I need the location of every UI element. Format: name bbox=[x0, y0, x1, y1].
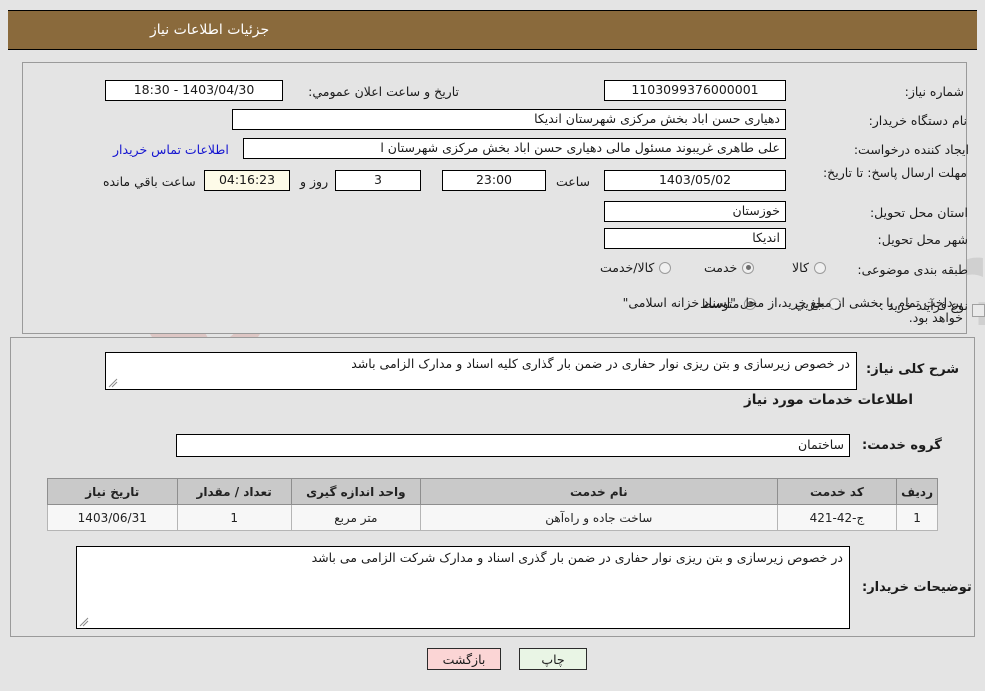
announce-datetime-label: تاریخ و ساعت اعلان عمومي: bbox=[308, 84, 459, 99]
countdown-field: 04:16:23 bbox=[204, 170, 290, 191]
cell-need-date: 1403/06/31 bbox=[47, 504, 178, 531]
radio-icon-kala-khedmat[interactable] bbox=[659, 261, 672, 274]
back-button[interactable]: بازگشت bbox=[427, 648, 501, 670]
checkbox-icon-treasury[interactable] bbox=[972, 303, 985, 317]
need-number-label: شماره نیاز: bbox=[904, 84, 964, 99]
table-header-row: ردیف کد خدمت نام خدمت واحد اندازه گیری ت… bbox=[47, 478, 938, 505]
radio-icon-kala[interactable] bbox=[813, 261, 826, 274]
need-info-panel bbox=[22, 62, 967, 334]
radio-category-kala-khedmat[interactable]: کالا/خدمت bbox=[600, 260, 672, 275]
need-number-field[interactable]: 1103099376000001 bbox=[604, 80, 786, 101]
deadline-label: مهلت ارسال پاسخ: تا تاریخ: bbox=[822, 165, 967, 180]
buyer-notes-textarea[interactable]: در خصوص زیرسازی و بتن ریزی نوار حفاری در… bbox=[76, 546, 850, 629]
col-radif: ردیف bbox=[896, 478, 938, 505]
resize-grip-icon[interactable] bbox=[108, 378, 118, 388]
col-quantity: تعداد / مقدار bbox=[176, 478, 292, 505]
hour-label: ساعت bbox=[556, 174, 591, 189]
deadline-hour-field[interactable]: 23:00 bbox=[442, 170, 546, 191]
cell-quantity: 1 bbox=[176, 504, 292, 531]
cell-unit: متر مربع bbox=[290, 504, 421, 531]
buyer-org-label: نام دستگاه خریدار: bbox=[868, 113, 967, 128]
col-code: کد خدمت bbox=[776, 478, 898, 505]
general-desc-value: در خصوص زیرسازی و بتن ریزی نوار حفاری در… bbox=[351, 356, 850, 371]
cell-name: ساخت جاده و راه‌آهن bbox=[419, 504, 778, 531]
buyer-notes-label: توضیحات خریدار: bbox=[862, 580, 972, 595]
page-title: جزئیات اطلاعات نیاز bbox=[150, 22, 270, 38]
radio-label-khedmat: خدمت bbox=[704, 260, 738, 275]
city-label: شهر محل تحویل: bbox=[877, 232, 968, 247]
col-need-date: تاریخ نیاز bbox=[47, 478, 178, 505]
radio-label-kala-khedmat: کالا/خدمت bbox=[600, 260, 655, 275]
page-root: AriaTender.net جزئیات اطلاعات نیاز شماره… bbox=[0, 0, 985, 691]
table-row: 1 ج-42-421 ساخت جاده و راه‌آهن متر مربع … bbox=[47, 504, 938, 531]
service-group-field[interactable]: ساختمان bbox=[176, 434, 850, 457]
general-desc-textarea[interactable]: در خصوص زیرسازی و بتن ریزی نوار حفاری در… bbox=[105, 352, 857, 390]
buyer-org-field[interactable]: دهیاری حسن اباد بخش مرکزی شهرستان اندیکا bbox=[232, 109, 786, 130]
window-titlebar: جزئیات اطلاعات نیاز bbox=[8, 10, 977, 50]
radio-label-kala: کالا bbox=[792, 260, 809, 275]
general-desc-label: شرح کلی نیاز: bbox=[866, 362, 960, 377]
countdown-label: ساعت باقي مانده bbox=[103, 174, 196, 189]
print-button[interactable]: چاپ bbox=[519, 648, 587, 670]
buyer-notes-value: در خصوص زیرسازی و بتن ریزی نوار حفاری در… bbox=[311, 550, 843, 565]
cell-code: ج-42-421 bbox=[776, 504, 898, 531]
requester-label: ایجاد کننده درخواست: bbox=[853, 142, 969, 157]
city-field[interactable]: اندیکا bbox=[604, 228, 786, 249]
province-field[interactable]: خوزستان bbox=[604, 201, 786, 222]
cell-radif: 1 bbox=[896, 504, 938, 531]
remaining-days-field[interactable]: 3 bbox=[335, 170, 421, 191]
treasury-checkbox-row[interactable]: پرداخت تمام یا بخشی از مبلغ خرید،از محل … bbox=[618, 295, 985, 325]
services-section-heading: اطلاعات خدمات مورد نیاز bbox=[744, 392, 914, 408]
service-group-label: گروه خدمت: bbox=[862, 438, 942, 453]
announce-datetime-field[interactable]: 1403/04/30 - 18:30 bbox=[105, 80, 283, 101]
radio-icon-khedmat[interactable] bbox=[742, 261, 755, 274]
days-label: روز و bbox=[300, 174, 329, 189]
buyer-contact-link[interactable]: اطلاعات تماس خریدار bbox=[113, 142, 229, 157]
province-label: استان محل تحویل: bbox=[869, 205, 968, 220]
col-name: نام خدمت bbox=[419, 478, 778, 505]
col-unit: واحد اندازه گیری bbox=[290, 478, 421, 505]
category-label: طبقه بندی موضوعی: bbox=[857, 262, 968, 277]
deadline-date-field[interactable]: 1403/05/02 bbox=[604, 170, 786, 191]
services-table: ردیف کد خدمت نام خدمت واحد اندازه گیری ت… bbox=[47, 478, 938, 531]
radio-category-kala[interactable]: کالا bbox=[792, 260, 826, 275]
treasury-checkbox-label: پرداخت تمام یا بخشی از مبلغ خرید،از محل … bbox=[622, 295, 963, 325]
resize-grip-icon-notes[interactable] bbox=[79, 617, 89, 627]
radio-category-khedmat[interactable]: خدمت bbox=[704, 260, 755, 275]
requester-field[interactable]: علی طاهری غریبوند مسئول مالی دهیاری حسن … bbox=[243, 138, 786, 159]
